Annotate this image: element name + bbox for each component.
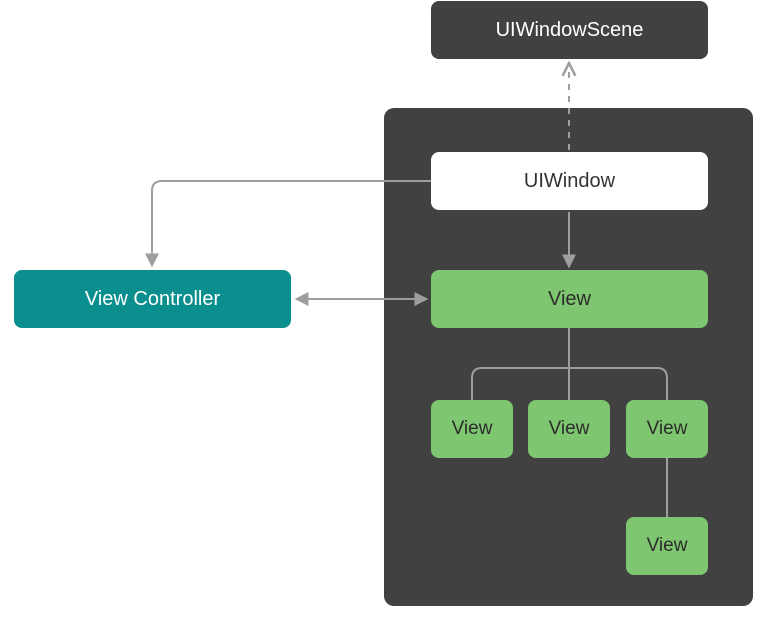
node-root-view: View bbox=[431, 270, 708, 328]
label-uiwindow: UIWindow bbox=[524, 170, 615, 193]
label-child-view-2: View bbox=[549, 418, 590, 440]
node-uiwindow: UIWindow bbox=[431, 152, 708, 210]
label-child-view-3: View bbox=[647, 418, 688, 440]
node-child-view-3: View bbox=[626, 400, 708, 458]
node-child-view-1: View bbox=[431, 400, 513, 458]
node-child-view-2: View bbox=[528, 400, 610, 458]
node-view-controller: View Controller bbox=[14, 270, 291, 328]
label-grandchild-view: View bbox=[647, 535, 688, 557]
label-uiwindowscene: UIWindowScene bbox=[496, 19, 644, 42]
node-uiwindowscene: UIWindowScene bbox=[431, 1, 708, 59]
label-child-view-1: View bbox=[452, 418, 493, 440]
label-root-view: View bbox=[548, 288, 591, 311]
node-grandchild-view: View bbox=[626, 517, 708, 575]
label-view-controller: View Controller bbox=[85, 288, 220, 311]
